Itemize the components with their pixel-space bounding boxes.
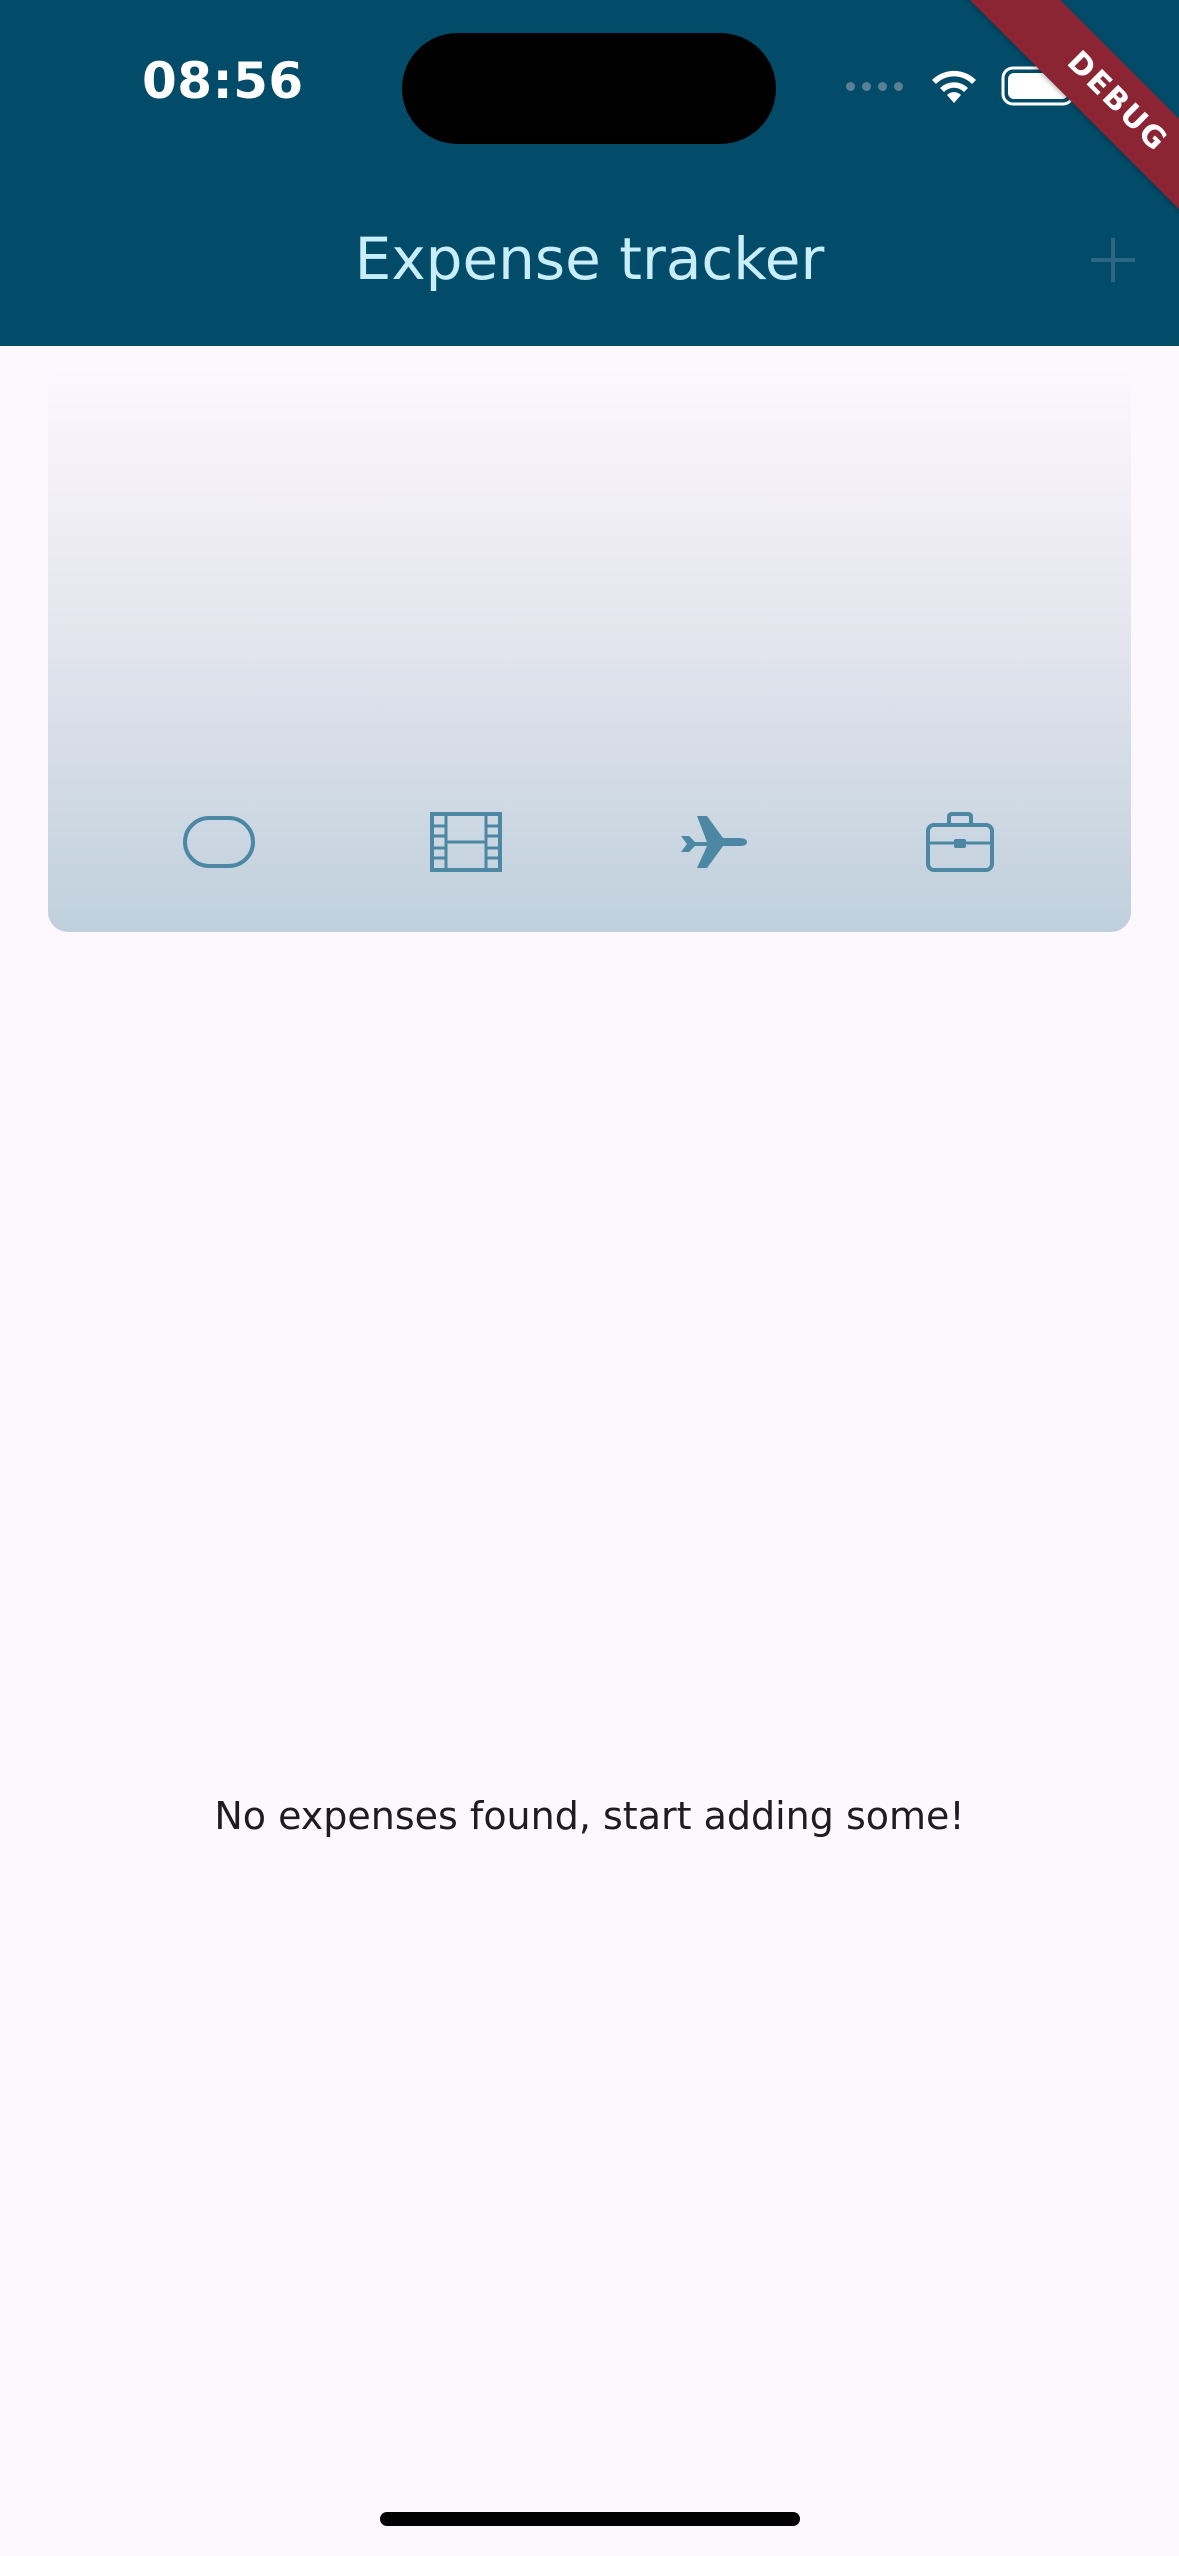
travel-category [673,802,753,882]
cellular-signal-icon [846,81,903,91]
expense-chart [48,368,1131,932]
food-category [179,802,259,882]
film-icon [430,812,503,872]
plus-icon [1091,238,1135,282]
add-expense-button[interactable] [1081,228,1145,292]
app-bar: 08:56 DEBUG Expense tracker [0,0,1179,346]
page-title: Expense tracker [354,225,825,293]
leisure-category [426,802,506,882]
food-icon [183,816,256,868]
airplane-icon [680,816,747,868]
dynamic-island [402,33,776,144]
wifi-icon [932,70,976,103]
home-indicator[interactable] [380,2512,800,2526]
debug-banner: DEBUG [967,0,1179,252]
chart-category-icons [48,802,1131,882]
briefcase-icon [925,812,994,872]
status-time: 08:56 [142,52,304,110]
work-category [920,802,1000,882]
empty-state-message: No expenses found, start adding some! [214,1794,965,1838]
